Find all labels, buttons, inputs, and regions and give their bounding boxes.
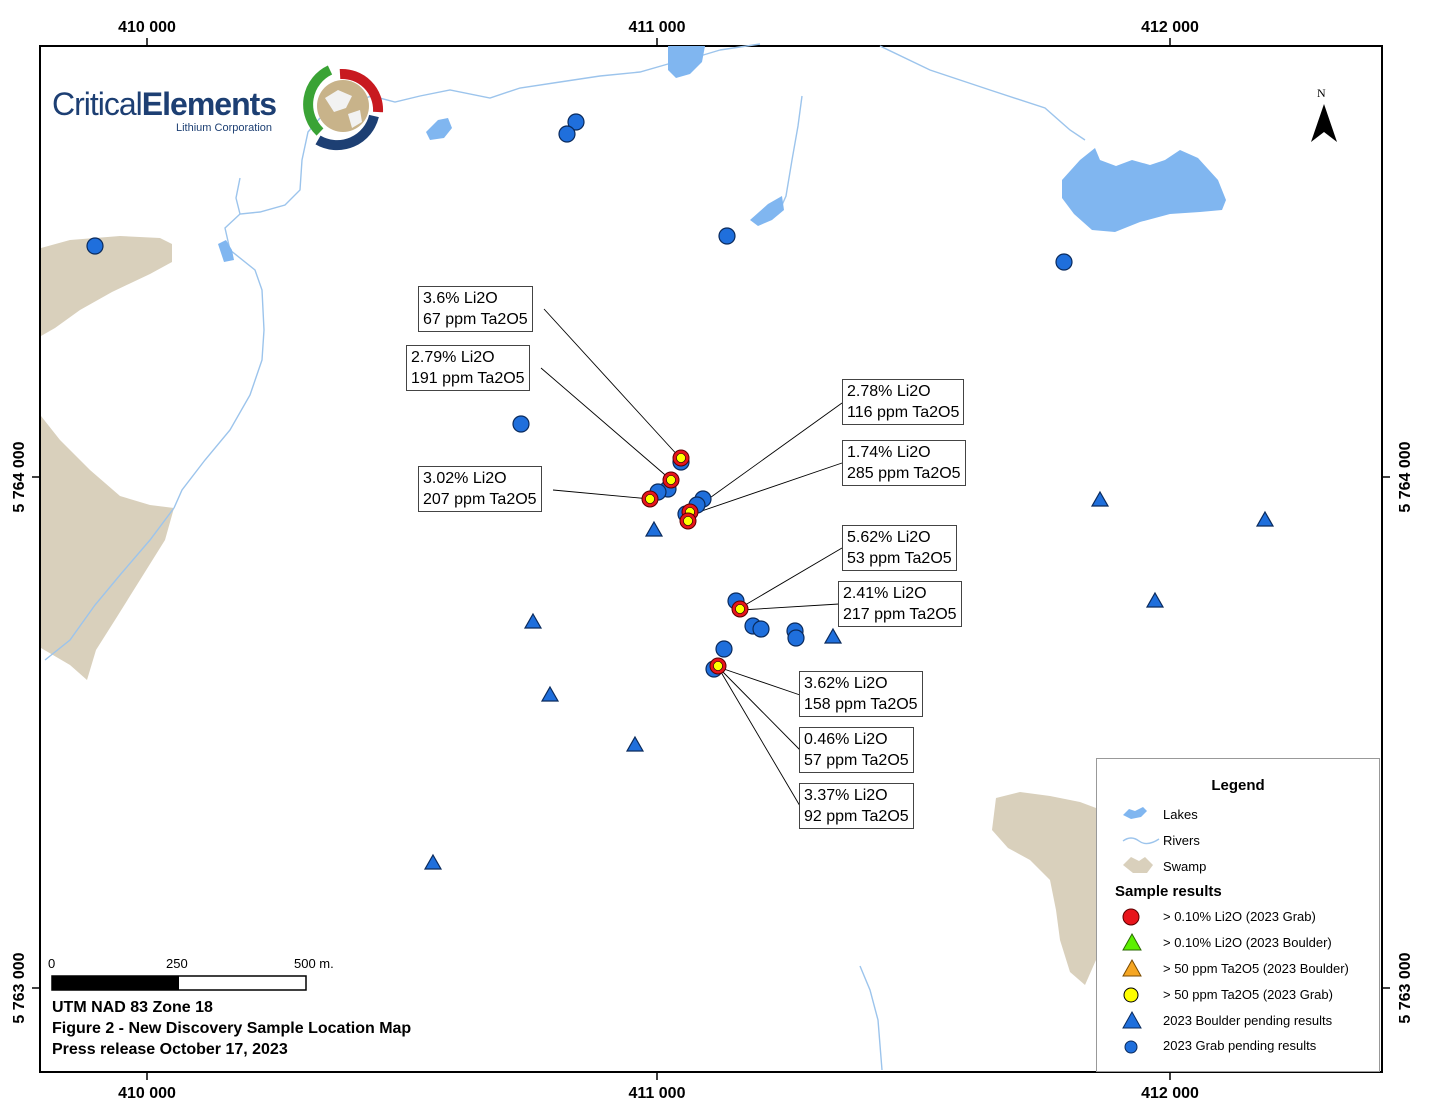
logo-wordmark: CriticalElements (52, 86, 277, 122)
result-label: 2.78% Li2O 116 ppm Ta2O5 (842, 379, 965, 425)
result-label: 5.62% Li2O 53 ppm Ta2O5 (842, 525, 957, 571)
grab-pending-point (1055, 253, 1073, 271)
grab-pending-point (512, 415, 530, 433)
result-point (679, 512, 697, 530)
result-label: 3.02% Li2O 207 ppm Ta2O5 (418, 466, 542, 512)
grab-pending-point (787, 629, 805, 647)
legend-panel: Legend Lakes Rivers Swamp Sample results… (1096, 758, 1380, 1072)
footer-figure-title: Figure 2 - New Discovery Sample Location… (52, 1020, 412, 1037)
result-label: 1.74% Li2O 285 ppm Ta2O5 (842, 440, 966, 486)
map-footer: UTM NAD 83 Zone 18 Figure 2 - New Discov… (52, 997, 411, 1060)
result-label: 2.79% Li2O 191 ppm Ta2O5 (406, 345, 530, 391)
y-label-right-1: 5 764 000 (1397, 441, 1414, 512)
grab-pending-point (86, 237, 104, 255)
legend-item-grab-pending: 2023 Grab pending results (1163, 1038, 1317, 1053)
legend-item-ta2o5-boulder: > 50 ppm Ta2O5 (2023 Boulder) (1163, 961, 1349, 976)
grab-pending-point (558, 125, 576, 143)
legend-sample-results: Sample results (1115, 883, 1222, 900)
scale-label-500: 500 m. (294, 956, 334, 971)
scale-label-250: 250 (166, 956, 188, 971)
scale-bar (51, 975, 307, 991)
result-point (672, 449, 690, 467)
legend-item-boulder-pending: 2023 Boulder pending results (1163, 1013, 1333, 1028)
grab-pending-icon (1124, 1040, 1138, 1054)
company-logo: CriticalElements Lithium Corporation (52, 68, 392, 152)
ta2o5-grab-icon (1123, 987, 1139, 1003)
ta2o5-boulder-icon (1122, 958, 1142, 977)
result-point (662, 471, 680, 489)
legend-title: Legend (1211, 777, 1265, 794)
footer-press-release: Press release October 17, 2023 (52, 1041, 288, 1058)
river-swatch-icon (1122, 837, 1160, 845)
result-label: 0.46% Li2O 57 ppm Ta2O5 (799, 727, 914, 773)
grab-pending-point (752, 620, 770, 638)
north-label: N (1317, 86, 1326, 100)
legend-item-li2o-boulder: > 0.10% Li2O (2023 Boulder) (1163, 935, 1332, 950)
result-label: 3.37% Li2O 92 ppm Ta2O5 (799, 783, 914, 829)
y-label-left-2: 5 763 000 (11, 952, 28, 1023)
boulder-pending-icon (1122, 1010, 1142, 1029)
x-label-bottom-3: 412 000 (1141, 1085, 1199, 1102)
grab-pending-point (715, 640, 733, 658)
result-label: 3.6% Li2O 67 ppm Ta2O5 (418, 286, 533, 332)
x-label-bottom-1: 410 000 (118, 1085, 176, 1102)
grab-pending-point (718, 227, 736, 245)
legend-swamp: Swamp (1163, 859, 1207, 874)
x-label-top-1: 410 000 (118, 19, 176, 36)
lake-swatch-icon (1123, 807, 1147, 819)
footer-projection: UTM NAD 83 Zone 18 (52, 999, 213, 1016)
result-label: 3.62% Li2O 158 ppm Ta2O5 (799, 671, 923, 717)
y-label-left-1: 5 764 000 (11, 441, 28, 512)
legend-item-li2o-grab: > 0.10% Li2O (2023 Grab) (1163, 909, 1316, 924)
x-label-bottom-2: 411 000 (629, 1085, 686, 1102)
result-label: 2.41% Li2O 217 ppm Ta2O5 (838, 581, 962, 627)
li2o-boulder-icon (1122, 932, 1142, 951)
x-label-top-2: 411 000 (629, 19, 686, 36)
x-label-top-3: 412 000 (1141, 19, 1199, 36)
logo-subtitle: Lithium Corporation (176, 122, 272, 134)
scale-label-0: 0 (48, 956, 56, 971)
swamp-swatch-icon (1123, 857, 1153, 873)
result-point (641, 490, 659, 508)
result-point (709, 657, 727, 675)
legend-lakes: Lakes (1163, 807, 1198, 822)
li2o-grab-icon (1122, 908, 1140, 926)
legend-rivers: Rivers (1163, 833, 1200, 848)
legend-item-ta2o5-grab: > 50 ppm Ta2O5 (2023 Grab) (1163, 987, 1333, 1002)
y-label-right-2: 5 763 000 (1397, 952, 1414, 1023)
result-point (731, 600, 749, 618)
